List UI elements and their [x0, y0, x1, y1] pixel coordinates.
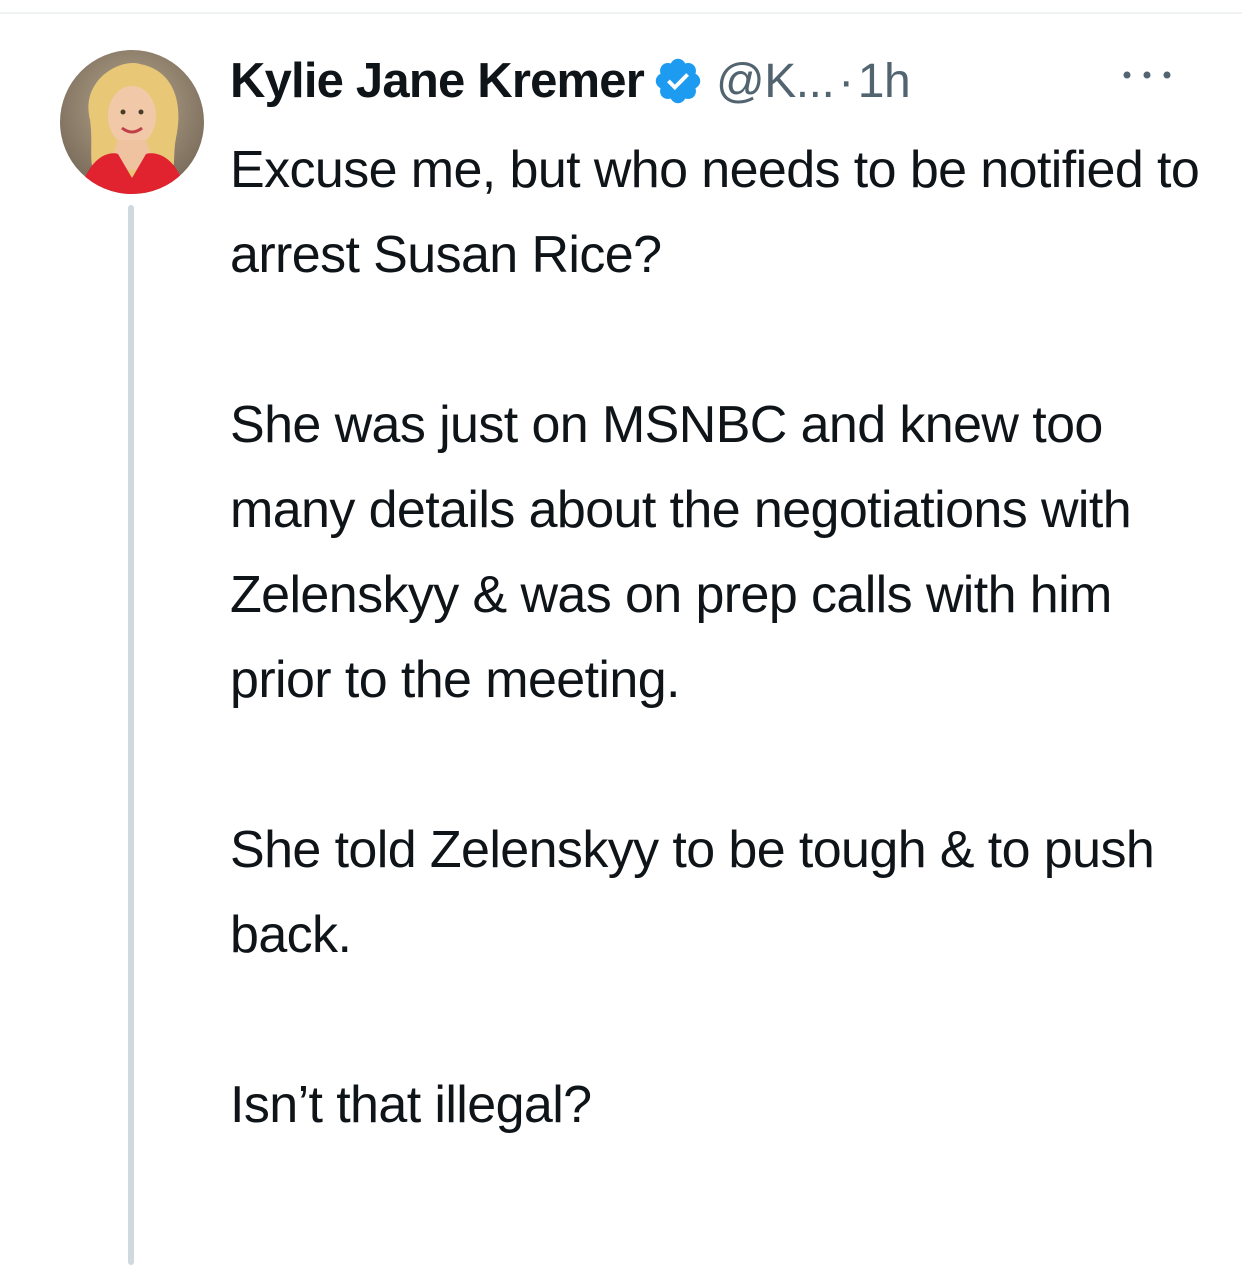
- more-options-icon[interactable]: [1112, 60, 1182, 90]
- tweet-paragraph: Excuse me, but who needs to be notified …: [230, 141, 1200, 284]
- top-divider: [0, 12, 1242, 14]
- avatar[interactable]: [60, 50, 204, 194]
- timestamp[interactable]: 1h: [858, 54, 911, 109]
- profile-photo: [60, 50, 204, 194]
- tweet-paragraph: She told Zelenskyy to be tough & to push…: [230, 821, 1155, 964]
- tweet-paragraph: Isn’t that illegal?: [230, 1076, 592, 1134]
- thread-connector-line: [128, 205, 134, 1265]
- tweet-paragraph: She was just on MSNBC and knew too many …: [230, 396, 1132, 709]
- separator-dot: ·: [838, 54, 854, 108]
- author-name[interactable]: Kylie Jane Kremer: [230, 53, 645, 109]
- verified-badge-icon[interactable]: [652, 55, 704, 107]
- tweet-header: Kylie Jane Kremer @K... · 1h: [230, 50, 911, 112]
- tweet-text: Excuse me, but who needs to be notified …: [230, 128, 1215, 1148]
- author-handle[interactable]: @K...: [716, 54, 835, 109]
